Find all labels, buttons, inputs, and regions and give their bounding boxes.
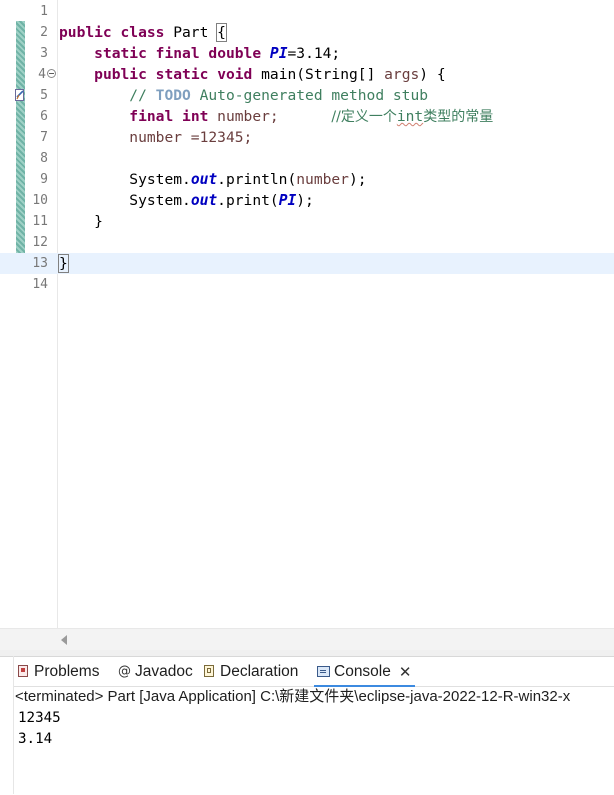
code-line[interactable]: 9 System.out.println(number);	[0, 169, 614, 190]
line-number: 9	[40, 172, 48, 187]
scroll-left-arrow-icon[interactable]	[61, 635, 67, 645]
code-line[interactable]: 12	[0, 232, 614, 253]
code-line[interactable]: 1	[0, 1, 614, 22]
code-text: number =12345;	[129, 129, 253, 146]
line-number: 3	[40, 46, 48, 61]
code-line[interactable]: 8	[0, 148, 614, 169]
javadoc-icon: @	[118, 664, 131, 679]
code-line[interactable]: 2 public class Part {	[0, 22, 614, 43]
code-line[interactable]: 10 System.out.print(PI);	[0, 190, 614, 211]
code-line[interactable]: 7 number =12345;	[0, 127, 614, 148]
code-line[interactable]: 6 final int number; //定义一个int类型的常量	[0, 106, 614, 127]
code-text: }	[94, 213, 103, 230]
console-output-line: 3.14	[18, 731, 53, 747]
horizontal-scrollbar[interactable]	[57, 628, 614, 651]
tab-label: Problems	[34, 662, 100, 680]
current-code-line[interactable]: 13 }	[0, 253, 614, 274]
code-line[interactable]: 5 // TODO Auto-generated method stub	[0, 85, 614, 106]
line-number: 6	[40, 109, 48, 124]
line-number: 7	[40, 130, 48, 145]
matching-bracket: }	[58, 254, 69, 273]
fold-collapse-icon[interactable]	[47, 69, 56, 78]
panel-left-border	[13, 656, 14, 794]
tab-javadoc[interactable]: @ Javadoc	[118, 657, 193, 686]
code-line[interactable]: 3 static final double PI=3.14;	[0, 43, 614, 64]
tab-problems[interactable]: Problems	[18, 657, 99, 686]
code-text: public static void main(String[] args) {	[94, 66, 446, 83]
console-status-line: <terminated> Part [Java Application] C:\…	[15, 688, 571, 705]
line-number: 12	[32, 235, 48, 250]
line-number: 2	[40, 25, 48, 40]
line-number: 8	[40, 151, 48, 166]
code-line[interactable]: 14	[0, 274, 614, 295]
console-output-line: 12345	[18, 710, 61, 726]
scrollbar-corner	[0, 628, 57, 651]
code-line[interactable]: 11 }	[0, 211, 614, 232]
line-number: 5	[40, 88, 48, 103]
task-marker-icon[interactable]	[15, 89, 25, 101]
tab-label: Console	[334, 662, 391, 680]
problems-icon	[18, 665, 30, 678]
line-number: 11	[32, 214, 48, 229]
console-icon	[317, 666, 330, 677]
code-text: System.out.print(PI);	[129, 192, 314, 209]
code-text: public class Part {	[59, 23, 227, 42]
line-number: 10	[32, 193, 48, 208]
code-text: System.out.println(number);	[129, 171, 367, 188]
code-text: final int number; //定义一个int类型的常量	[129, 108, 494, 125]
declaration-icon	[204, 665, 216, 678]
console-view: Problems @ Javadoc Declaration Console ✕…	[0, 656, 614, 795]
code-editor[interactable]: 1 2 public class Part { 3 static final d…	[0, 0, 614, 628]
tab-declaration[interactable]: Declaration	[204, 657, 298, 686]
line-number: 1	[40, 4, 48, 19]
tab-label: Javadoc	[135, 662, 193, 680]
tab-label: Declaration	[220, 662, 299, 680]
code-text: static final double PI=3.14;	[94, 45, 341, 62]
close-icon[interactable]: ✕	[399, 663, 412, 681]
view-tab-bar: Problems @ Javadoc Declaration Console ✕	[14, 657, 614, 687]
code-line[interactable]: 4 public static void main(String[] args)…	[0, 64, 614, 85]
line-number: 14	[32, 277, 48, 292]
code-text: }	[58, 253, 69, 274]
line-number: 4	[38, 67, 46, 82]
line-number: 13	[32, 256, 48, 271]
tab-console[interactable]: Console ✕	[314, 657, 416, 687]
code-text: // TODO Auto-generated method stub	[129, 87, 429, 104]
matching-bracket: {	[216, 23, 227, 42]
